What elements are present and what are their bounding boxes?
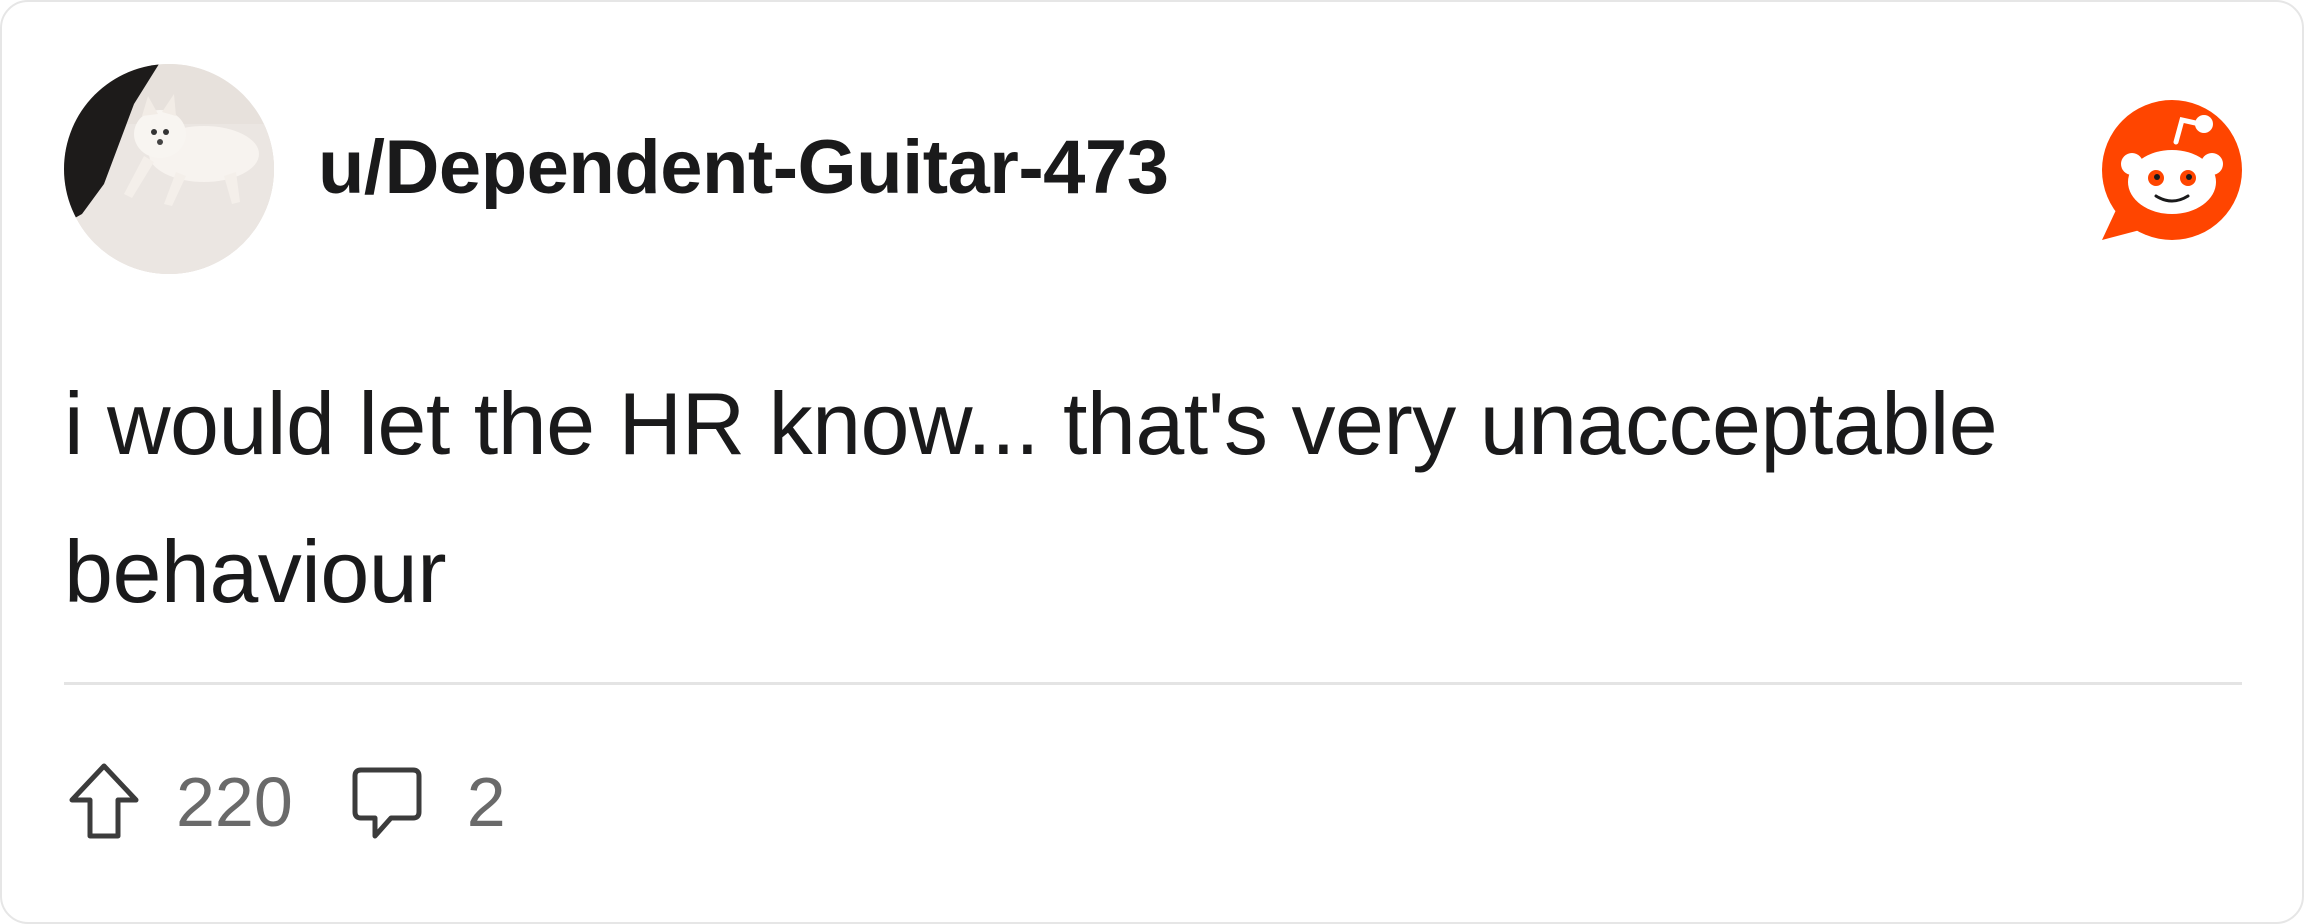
upvote-count: 220	[176, 763, 293, 841]
upvote-arrow-icon[interactable]	[64, 757, 144, 847]
avatar[interactable]	[64, 64, 274, 274]
username[interactable]: u/Dependent-Guitar-473	[318, 124, 1169, 211]
comment-bubble-icon[interactable]	[347, 757, 427, 847]
comment-count: 2	[466, 763, 506, 841]
divider	[64, 682, 2242, 685]
comment-actions: 220 2	[64, 754, 506, 850]
comment-card: u/Dependent-Guitar-473 i would let the H…	[0, 0, 2304, 924]
reddit-snoo-icon[interactable]	[2096, 98, 2246, 248]
comment-body: i would let the HR know... that's very u…	[64, 374, 1998, 621]
avatar-dog-photo	[64, 64, 274, 274]
